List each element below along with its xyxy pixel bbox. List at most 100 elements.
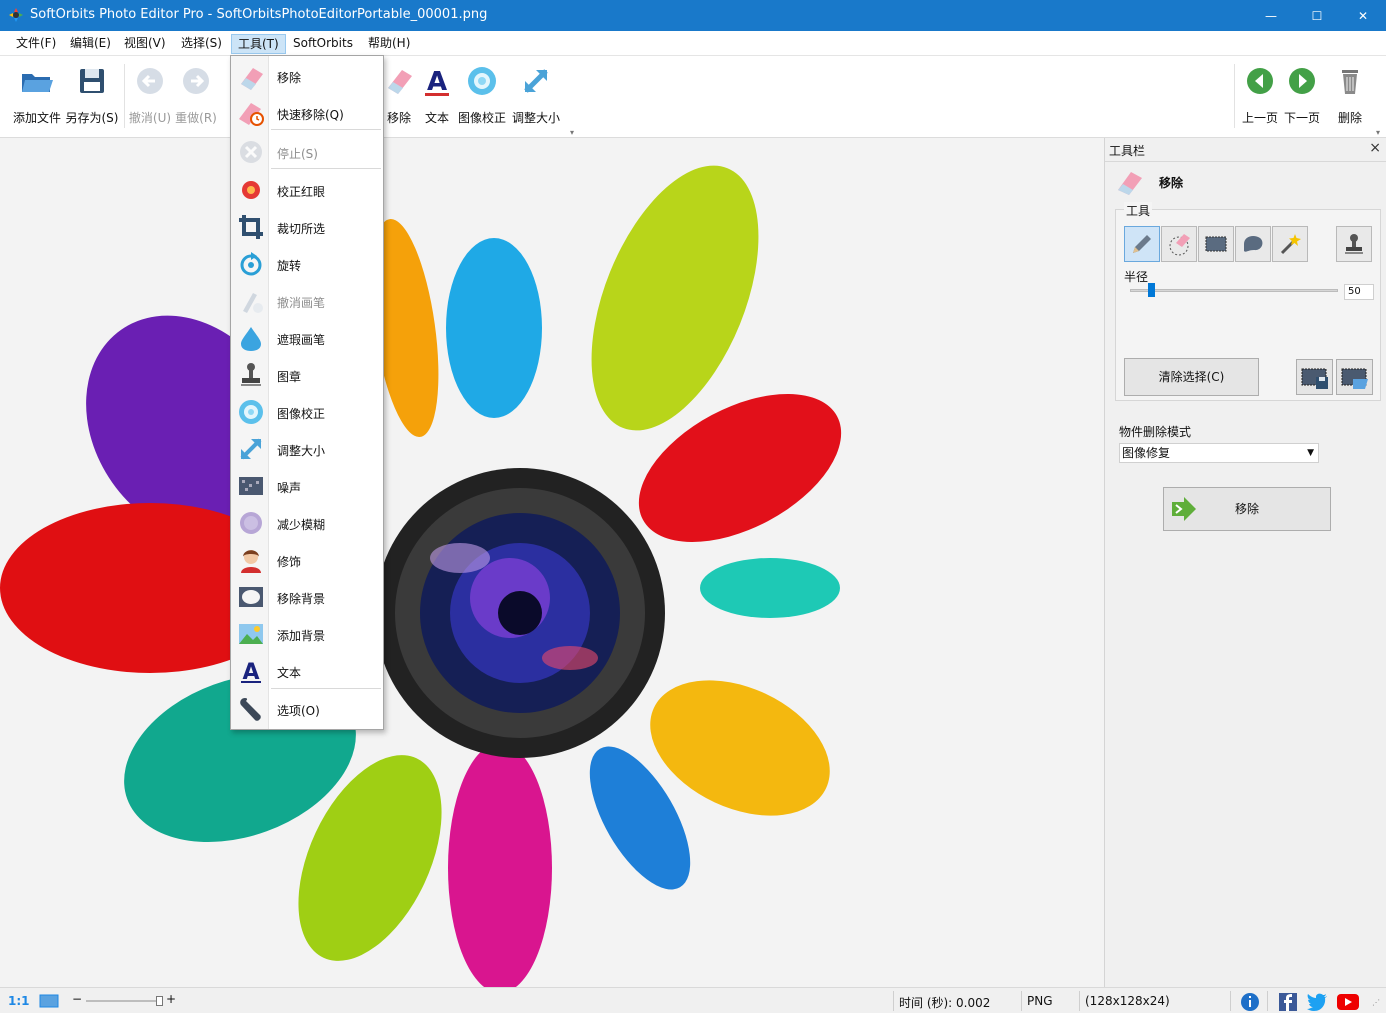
tool-panel-title: 工具栏 [1109, 144, 1146, 158]
resize-grip-icon[interactable]: ⋰ [1372, 998, 1380, 1007]
rectangle-select-icon [1205, 236, 1227, 252]
remove-background-icon [239, 587, 263, 607]
rectangle-select-tool-button[interactable] [1198, 226, 1234, 262]
menu-file[interactable]: 文件(F) [10, 34, 62, 54]
close-button[interactable]: ✕ [1340, 0, 1386, 31]
save-as-button[interactable]: 另存为(S) [64, 60, 120, 134]
menu-select[interactable]: 选择(S) [175, 34, 228, 54]
menu-tools[interactable]: 工具(T) [231, 34, 286, 54]
quick-eraser-icon [239, 103, 264, 126]
close-icon: ✕ [1357, 8, 1369, 23]
tools-menu-item[interactable]: 噪声 [233, 467, 383, 504]
image-correction-icon [239, 400, 263, 424]
stamp-tool-button[interactable] [1336, 226, 1372, 262]
pencil-tool-button[interactable] [1124, 226, 1160, 262]
tools-menu-item-label: 移除 [277, 71, 302, 85]
elapsed-time: 时间 (秒): 0.002 [899, 996, 991, 1010]
menu-help[interactable]: 帮助(H) [362, 34, 416, 54]
tools-menu-item[interactable]: 调整大小 [233, 430, 383, 467]
image-format: PNG [1027, 994, 1053, 1008]
tools-menu-item[interactable]: 停止(S) [233, 133, 383, 170]
prev-page-label: 上一页 [1241, 111, 1278, 125]
stop-icon [240, 141, 262, 163]
smart-eraser-tool-button[interactable] [1161, 226, 1197, 262]
menu-softorbits[interactable]: SoftOrbits [287, 34, 359, 54]
tools-menu-item[interactable]: 选项(O) [233, 690, 383, 727]
tools-menu-item-label: 图章 [277, 370, 302, 384]
panel-close-icon[interactable]: × [1369, 140, 1381, 156]
status-divider [893, 991, 894, 1011]
radius-slider-track[interactable] [1130, 289, 1338, 292]
facebook-icon[interactable] [1278, 992, 1298, 1012]
tools-menu-item[interactable]: 遮瑕画笔 [233, 319, 383, 356]
tools-menu-item-label: 选项(O) [277, 704, 320, 718]
toolbar-text-button[interactable]: A 文本 [420, 60, 454, 134]
tools-menu-item-label: 校正红眼 [277, 185, 326, 199]
save-mask-icon [1301, 368, 1328, 389]
image-canvas[interactable] [0, 138, 1104, 987]
tools-menu-item-label: 调整大小 [277, 444, 326, 458]
next-page-button[interactable]: 下一页 [1282, 60, 1322, 134]
tools-menu-item[interactable]: 旋转 [233, 245, 383, 282]
tools-menu-item[interactable]: 校正红眼 [233, 171, 383, 208]
window-title: SoftOrbits Photo Editor Pro - SoftOrbits… [30, 7, 488, 22]
text-icon: A [241, 660, 261, 685]
toolbar-image-correction-button[interactable]: 图像校正 [456, 60, 508, 134]
stamp-icon [241, 363, 261, 386]
toolbar-overflow-right-icon[interactable]: ▾ [1376, 128, 1380, 137]
fit-screen-icon[interactable] [38, 993, 60, 1009]
radius-slider-thumb[interactable] [1147, 283, 1155, 297]
zoom-slider-thumb[interactable] [156, 996, 163, 1006]
tools-menu-item[interactable]: 撤消画笔 [233, 282, 383, 319]
zoom-out-icon[interactable]: − [72, 992, 82, 1006]
tools-menu-item-label: 撤消画笔 [277, 296, 326, 310]
magic-wand-tool-button[interactable] [1272, 226, 1308, 262]
load-mask-button[interactable] [1336, 359, 1373, 395]
lasso-tool-button[interactable] [1235, 226, 1271, 262]
toolbar-overflow-icon[interactable]: ▾ [570, 128, 574, 137]
radius-value[interactable]: 50 [1344, 284, 1374, 300]
twitter-icon[interactable] [1306, 992, 1328, 1012]
zoom-in-icon[interactable]: + [166, 992, 176, 1006]
tools-menu-item[interactable]: 减少模糊 [233, 504, 383, 541]
stamp-icon [1345, 234, 1363, 254]
redo-button[interactable]: 重做(R) [174, 60, 218, 134]
info-icon[interactable] [1240, 992, 1260, 1012]
save-mask-button[interactable] [1296, 359, 1333, 395]
toolbar-resize-button[interactable]: 调整大小 [510, 60, 562, 134]
undo-button[interactable]: 撤消(U) [128, 60, 172, 134]
toolbar-remove-button[interactable]: 移除 [384, 60, 414, 134]
tools-menu-item-label: 图像校正 [277, 407, 326, 421]
remove-button[interactable]: 移除 [1163, 487, 1331, 531]
toolbar-resize-label: 调整大小 [511, 111, 560, 125]
tools-menu-item[interactable]: 添加背景 [233, 615, 383, 652]
youtube-icon[interactable] [1336, 993, 1360, 1011]
zoom-slider-track[interactable] [86, 1000, 162, 1002]
tools-menu-item[interactable]: 移除 [233, 57, 383, 94]
tools-menu-item-label: 停止(S) [277, 147, 318, 161]
arrow-forward-icon [1172, 497, 1196, 521]
tools-menu-item[interactable]: A 文本 [233, 652, 383, 689]
clear-selection-button[interactable]: 清除选择(C) [1124, 358, 1259, 396]
menu-view[interactable]: 视图(V) [118, 34, 172, 54]
add-file-button[interactable]: 添加文件 [8, 60, 66, 134]
prev-page-button[interactable]: 上一页 [1240, 60, 1280, 134]
tools-menu-item-label: 移除背景 [277, 592, 326, 606]
tools-menu-item[interactable]: 图章 [233, 356, 383, 393]
tools-menu-item-label: 文本 [277, 666, 302, 680]
tools-menu-item[interactable]: 裁切所选 [233, 208, 383, 245]
minimize-button[interactable]: — [1248, 0, 1294, 31]
eraser-icon [241, 68, 263, 90]
maximize-button[interactable]: ☐ [1294, 0, 1340, 31]
tools-menu-item[interactable]: 快速移除(Q) [233, 94, 383, 131]
tools-menu-item[interactable]: 移除背景 [233, 578, 383, 615]
tools-menu-item[interactable]: 图像校正 [233, 393, 383, 430]
menu-edit[interactable]: 编辑(E) [64, 34, 117, 54]
delete-button[interactable]: 删除 [1332, 60, 1368, 134]
tools-menu-item[interactable]: 修饰 [233, 541, 383, 578]
zoom-1to1-button[interactable]: 1:1 [8, 994, 30, 1008]
tools-dropdown-menu: 移除快速移除(Q) 停止(S) 校正红眼裁切所选 旋转撤消画笔遮瑕画笔图章图像校正调整… [230, 55, 384, 730]
deblur-icon [240, 512, 262, 534]
resize-arrow-icon [524, 69, 548, 93]
delete-mode-select[interactable]: 图像修复 ▼ [1119, 443, 1319, 463]
